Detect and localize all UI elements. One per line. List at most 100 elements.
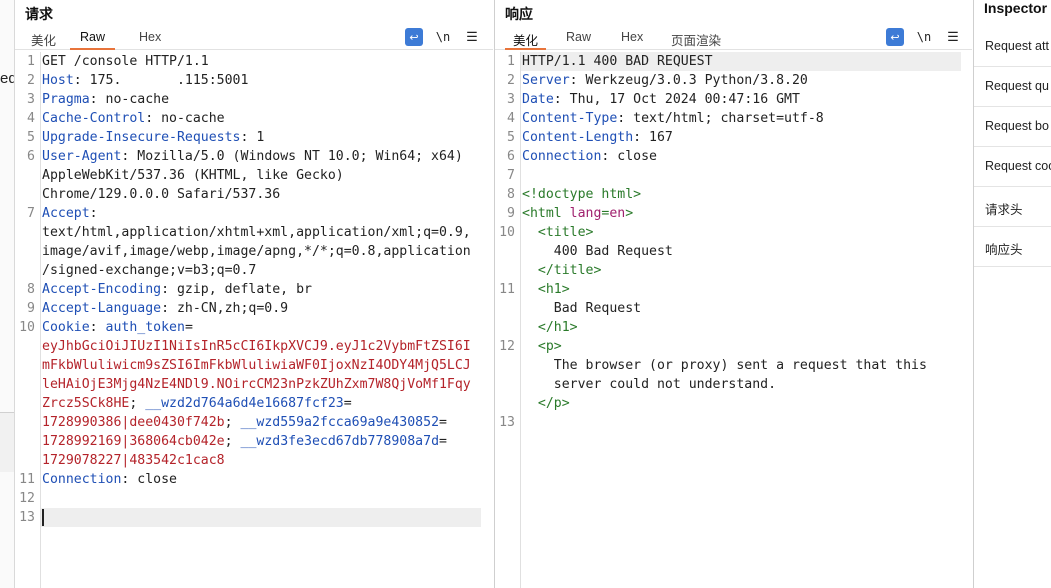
code-token: : Werkzeug/3.0.3 Python/3.8.20 xyxy=(569,73,808,88)
code-token: : 175. .115:5001 xyxy=(73,73,249,88)
code-token: Date xyxy=(522,92,554,107)
code-token: text/html,application/xhtml+xml,applicat… xyxy=(42,225,471,240)
line-number: 7 xyxy=(27,206,35,221)
inspector-request-cookies[interactable]: Request coo xyxy=(974,147,1051,187)
code-token: en xyxy=(609,206,626,221)
code-token: Upgrade-Insecure-Requests xyxy=(42,130,241,145)
code-line: Connection: close xyxy=(42,470,177,489)
response-tab-pretty[interactable]: 美化 xyxy=(505,30,547,50)
code-line: HTTP/1.1 400 BAD REQUEST xyxy=(522,52,713,71)
line-number: 4 xyxy=(507,111,515,126)
code-token: eyJhbGciOiJIUzI1NiIsInR5cCI6IkpXVCJ9.eyJ… xyxy=(42,339,471,354)
code-line: AppleWebKit/537.36 (KHTML, like Gecko) xyxy=(42,166,344,185)
current-line-highlight xyxy=(41,508,481,527)
code-line: 1728990386|dee0430f742b; __wzd559a2fcca6… xyxy=(42,413,447,432)
code-line: Server: Werkzeug/3.0.3 Python/3.8.20 xyxy=(522,71,808,90)
left-edge-box xyxy=(0,412,14,472)
line-number: 1 xyxy=(27,54,35,69)
line-number: 2 xyxy=(27,73,35,88)
code-token: server could not understand. xyxy=(522,377,777,392)
code-token: <html xyxy=(522,206,570,221)
code-token: ; xyxy=(224,434,241,449)
code-token: Cache-Control xyxy=(42,111,146,126)
inspector-request-headers[interactable]: 请求头 xyxy=(974,187,1051,227)
code-token: mFkbWluliwicm9sZSI6ImFkbWluliwiaWF0IjoxN… xyxy=(42,358,471,373)
request-tab-pretty[interactable]: 美化 xyxy=(27,30,60,50)
code-line: server could not understand. xyxy=(522,375,776,394)
code-token: Accept-Encoding xyxy=(42,282,162,297)
code-line: Connection: close xyxy=(522,147,657,166)
code-token: auth_token xyxy=(105,320,185,335)
code-line: Host: 175. .115:5001 xyxy=(42,71,248,90)
code-line: Pragma: no-cache xyxy=(42,90,169,109)
code-token: Pragma xyxy=(42,92,90,107)
code-line: <!doctype html> xyxy=(522,185,641,204)
line-number: 9 xyxy=(27,301,35,316)
code-token: </title> xyxy=(522,263,602,278)
code-token: __wzd559a2fcca69a9e430852 xyxy=(240,415,440,430)
line-number: 12 xyxy=(499,339,515,354)
code-line: Zrcz5SCk8HE; __wzd2d764a6d4e16687fcf23= xyxy=(42,394,352,413)
response-tab-render[interactable]: 页面渲染 xyxy=(667,30,725,50)
response-editor[interactable]: 1 HTTP/1.1 400 BAD REQUEST 2 Server: Werkze… xyxy=(495,52,972,588)
code-token: image/avif,image/webp,image/apng,*/*;q=0… xyxy=(42,244,471,259)
inspector-response-headers[interactable]: 响应头 xyxy=(974,227,1051,267)
request-editor[interactable]: 1 GET /console HTTP/1.1 2 Host: 175. .115:5… xyxy=(15,52,493,588)
code-line: text/html,application/xhtml+xml,applicat… xyxy=(42,223,471,242)
request-tab-hex[interactable]: Hex xyxy=(135,30,165,50)
code-token: Host xyxy=(42,73,74,88)
response-tab-raw[interactable]: Raw xyxy=(562,30,595,50)
wrap-lines-icon[interactable]: ↩ xyxy=(886,28,904,46)
line-number: 7 xyxy=(507,168,515,183)
code-token: Server xyxy=(522,73,570,88)
code-token: : 167 xyxy=(633,130,673,145)
code-line: Cookie: auth_token= xyxy=(42,318,193,337)
code-token: = xyxy=(439,434,447,449)
newline-toggle-icon[interactable]: \n xyxy=(915,28,933,46)
code-line: eyJhbGciOiJIUzI1NiIsInR5cCI6IkpXVCJ9.eyJ… xyxy=(42,337,471,356)
line-number: 3 xyxy=(507,92,515,107)
inspector-request-attributes[interactable]: Request att xyxy=(974,27,1051,67)
newline-toggle-icon[interactable]: \n xyxy=(434,28,452,46)
code-line: Cache-Control: no-cache xyxy=(42,109,225,128)
code-token: ; xyxy=(224,415,241,430)
response-tab-hex[interactable]: Hex xyxy=(617,30,647,50)
code-token: <h1> xyxy=(522,282,570,297)
code-token: Content-Length xyxy=(522,130,634,145)
code-token: : no-cache xyxy=(89,92,170,107)
line-number: 12 xyxy=(19,491,35,506)
request-tabs: 美化 Raw Hex ↩ \n ☰ xyxy=(15,26,493,50)
left-edge-panel: eq xyxy=(0,0,17,588)
code-line: </h1> xyxy=(522,318,578,337)
code-line: <p> xyxy=(522,337,562,356)
code-token: Content-Type xyxy=(522,111,618,126)
wrap-lines-icon[interactable]: ↩ xyxy=(405,28,423,46)
menu-icon[interactable]: ☰ xyxy=(944,28,962,46)
code-token: Connection xyxy=(42,472,122,487)
inspector-request-query[interactable]: Request qu xyxy=(974,67,1051,107)
code-token: = xyxy=(439,415,447,430)
code-token: <p> xyxy=(522,339,562,354)
code-token: The browser (or proxy) sent a request th… xyxy=(522,358,927,373)
line-number: 6 xyxy=(27,149,35,164)
code-token: > xyxy=(625,206,634,221)
code-line: </p> xyxy=(522,394,570,413)
code-line: mFkbWluliwicm9sZSI6ImFkbWluliwiaWF0IjoxN… xyxy=(42,356,471,375)
inspector-title: Inspector xyxy=(984,0,1048,16)
code-token: : text/html; charset=utf-8 xyxy=(617,111,824,126)
code-line: Date: Thu, 17 Oct 2024 00:47:16 GMT xyxy=(522,90,800,109)
code-token: : Thu, 17 Oct 2024 00:47:16 GMT xyxy=(553,92,800,107)
response-pane: 响应 美化 Raw Hex 页面渲染 ↩ \n ☰ 1 HTTP/1.1 400 … xyxy=(494,0,972,588)
response-title: 响应 xyxy=(505,6,533,22)
inspector-request-body[interactable]: Request bo xyxy=(974,107,1051,147)
code-token: = xyxy=(184,320,193,335)
request-tab-raw[interactable]: Raw xyxy=(70,30,116,50)
line-number: 6 xyxy=(507,149,515,164)
code-token: : gzip, deflate, br xyxy=(161,282,312,297)
code-token: : zh-CN,zh;q=0.9 xyxy=(161,301,289,316)
line-number: 10 xyxy=(499,225,515,240)
menu-icon[interactable]: ☰ xyxy=(463,28,481,46)
code-token: Accept xyxy=(42,206,90,221)
code-token: : Mozilla/5.0 (Windows NT 10.0; Win64; x… xyxy=(121,149,463,164)
code-line: Content-Length: 167 xyxy=(522,128,673,147)
